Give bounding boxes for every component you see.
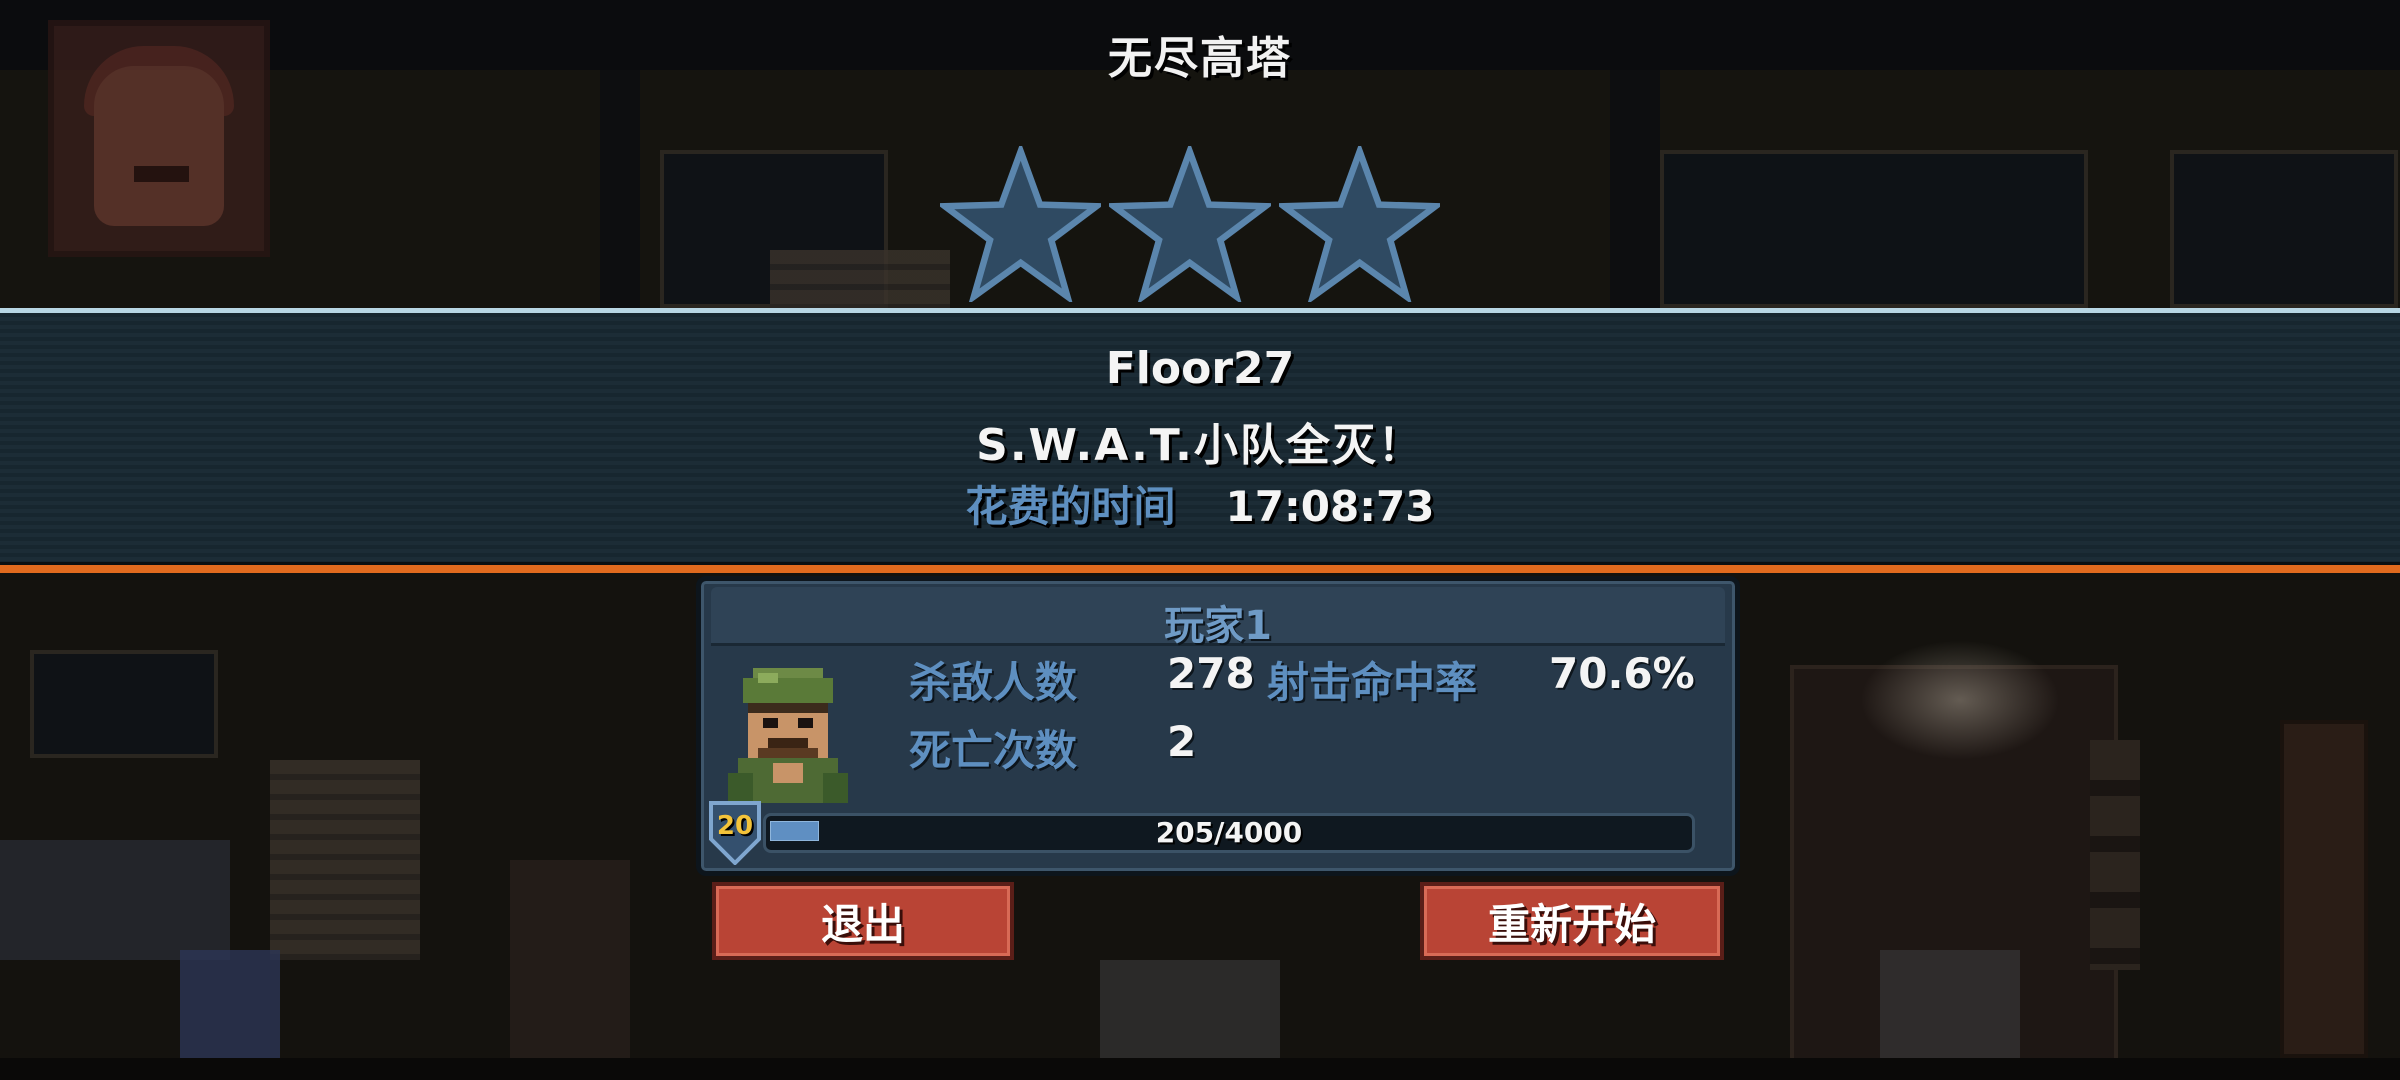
kills-value: 278 <box>1167 649 1255 698</box>
chair <box>180 950 280 1060</box>
result-message: S.W.A.T.小队全灭！ <box>976 420 1424 471</box>
star-rating <box>940 146 1440 306</box>
kitchen-counter <box>0 840 230 960</box>
time-label: 花费的时间 <box>965 482 1176 531</box>
wall-ornament <box>2090 740 2140 970</box>
result-banner: Floor27 S.W.A.T.小队全灭！ 花费的时间 17:08:73 <box>0 308 2400 573</box>
portrait-mustache <box>134 166 189 182</box>
xp-progress-text: 205/4000 <box>1155 816 1303 849</box>
restart-button[interactable]: 重新开始 <box>1420 882 1724 960</box>
soldier-avatar <box>728 668 848 803</box>
bookshelf <box>770 250 950 310</box>
player-level: 20 <box>716 811 754 841</box>
grandfather-clock <box>2280 720 2368 1058</box>
xp-progress-bar: 205/4000 <box>763 813 1695 853</box>
pillar <box>600 70 640 310</box>
lower-window <box>30 650 218 758</box>
appliance <box>1880 950 2020 1060</box>
time-row: 花费的时间 17:08:73 <box>0 473 2400 534</box>
accuracy-value: 70.6% <box>1549 649 1695 698</box>
cabinet <box>510 860 630 1060</box>
player-name: 玩家1 <box>1164 603 1272 649</box>
floor <box>0 1058 2400 1080</box>
star-icon <box>940 146 1102 302</box>
player-header: 玩家1 <box>711 587 1725 649</box>
upper-window <box>1660 150 2088 308</box>
ceiling-lamp <box>1860 640 2060 760</box>
bookshelf <box>270 760 420 960</box>
deaths-value: 2 <box>1167 717 1197 766</box>
star-icon <box>1278 146 1440 302</box>
time-value: 17:08:73 <box>1225 482 1435 531</box>
player-stats-panel: 玩家1 杀敌人数 278 射击命中率 70.6% 死亡次数 2 20 205/4… <box>696 576 1740 876</box>
floor-label: Floor27 <box>1105 343 1295 394</box>
star-icon <box>1109 146 1271 302</box>
deaths-label: 死亡次数 <box>909 726 1078 775</box>
game-mode-title: 无尽高塔 <box>1108 33 1292 84</box>
exit-button[interactable]: 退出 <box>712 882 1014 960</box>
pillar <box>1610 70 1660 310</box>
appliance <box>1100 960 1280 1060</box>
portrait-face <box>94 66 224 226</box>
kills-label: 杀敌人数 <box>909 658 1078 707</box>
upper-window <box>2170 150 2398 308</box>
accuracy-label: 射击命中率 <box>1267 658 1478 707</box>
